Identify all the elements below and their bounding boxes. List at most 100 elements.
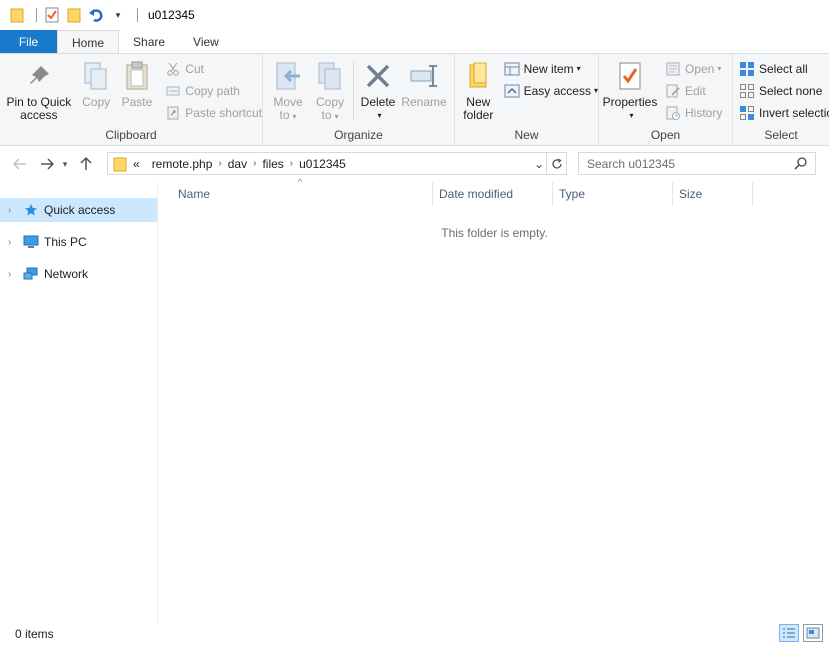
delete-x-icon [362, 60, 394, 92]
column-header-type[interactable]: Type [553, 182, 673, 206]
breadcrumb-u012345[interactable]: u012345 [299, 157, 346, 171]
tab-view[interactable]: View [179, 30, 233, 54]
breadcrumb-separator-icon[interactable]: › [290, 158, 293, 169]
move-to-label-line2: to ▾ [279, 108, 297, 122]
edit-label: Edit [685, 83, 706, 98]
history-button[interactable]: History [665, 103, 722, 122]
view-switcher [779, 624, 823, 642]
paste-icon [121, 60, 153, 92]
new-item-button[interactable]: New item ▾ [504, 59, 598, 78]
pin-label-line2: access [20, 108, 58, 122]
breadcrumb-separator-icon[interactable]: › [218, 158, 221, 169]
new-folder-icon [462, 60, 494, 92]
rename-icon [408, 60, 440, 92]
breadcrumb-separator-icon[interactable]: › [253, 158, 256, 169]
details-view-icon[interactable] [779, 624, 799, 642]
select-all-button[interactable]: Select all [739, 59, 829, 78]
properties-icon[interactable] [43, 6, 61, 24]
nav-item-quick-access[interactable]: › Quick access [0, 198, 157, 222]
large-icons-view-icon[interactable] [803, 624, 823, 642]
address-bar[interactable]: « remote.php › dav › files › u012345 ⌄ [107, 152, 567, 175]
copy-label: Copy [82, 95, 111, 109]
select-all-label: Select all [759, 61, 808, 76]
expand-chevron-icon[interactable]: › [8, 269, 22, 280]
invert-selection-label: Invert selection [759, 105, 829, 120]
status-bar: 0 items [0, 622, 829, 646]
window-title: u012345 [148, 8, 195, 22]
new-folder-icon[interactable] [65, 6, 83, 24]
properties-label: Properties [602, 95, 658, 109]
easy-access-label: Easy access [523, 83, 591, 98]
column-header-size[interactable]: Size [673, 182, 753, 206]
copy-path-button[interactable]: Copy path [165, 81, 262, 100]
tab-share[interactable]: Share [119, 30, 179, 54]
column-header-name[interactable]: Name [172, 182, 433, 206]
title-separator [137, 8, 138, 22]
clipboard-group-label: Clipboard [105, 128, 157, 142]
network-icon [22, 266, 40, 282]
recent-locations-chevron-icon[interactable]: ▾ [58, 153, 72, 175]
history-icon [665, 105, 681, 121]
new-item-caret-icon: ▾ [576, 64, 581, 73]
rename-label: Rename [401, 95, 447, 109]
select-none-button[interactable]: Select none [739, 81, 829, 100]
navigation-row: ▾ « remote.php › dav › files › u012345 ⌄… [0, 146, 829, 182]
tab-file[interactable]: File [0, 30, 57, 54]
breadcrumb-files[interactable]: files [262, 157, 283, 171]
address-dropdown-icon[interactable]: ⌄ [534, 157, 544, 171]
copy-path-icon [165, 83, 181, 99]
expand-chevron-icon[interactable]: › [8, 237, 22, 248]
search-box[interactable]: Search u012345 [578, 152, 816, 175]
cut-button[interactable]: Cut [165, 59, 262, 78]
open-label: Open [685, 61, 715, 76]
computer-icon [22, 234, 40, 250]
breadcrumb-dav[interactable]: dav [228, 157, 247, 171]
new-item-label: New item [523, 61, 574, 76]
open-caret-icon: ▾ [717, 64, 722, 73]
ribbon-tabs: File Home Share View [0, 30, 829, 54]
select-group-label: Select [764, 128, 798, 142]
new-item-icon [504, 61, 520, 77]
easy-access-button[interactable]: Easy access ▾ [504, 81, 598, 100]
properties-check-icon [614, 60, 646, 92]
tab-home[interactable]: Home [57, 30, 120, 54]
search-icon[interactable] [794, 157, 807, 173]
breadcrumb-remote-php[interactable]: remote.php [152, 157, 213, 171]
select-all-icon [739, 61, 755, 77]
nav-item-network[interactable]: › Network [0, 262, 157, 286]
invert-selection-button[interactable]: Invert selection [739, 103, 829, 122]
address-overflow-chevron[interactable]: « [133, 157, 140, 171]
expand-chevron-icon[interactable]: › [8, 205, 22, 216]
quick-access-separator [36, 8, 37, 22]
scissors-icon [165, 61, 181, 77]
back-arrow-icon[interactable] [9, 153, 31, 175]
nav-item-label: This PC [44, 235, 87, 249]
paste-shortcut-button[interactable]: Paste shortcut [165, 103, 262, 122]
open-button[interactable]: Open ▾ [665, 59, 722, 78]
refresh-icon[interactable] [546, 152, 567, 175]
properties-caret-icon: ▾ [629, 111, 634, 120]
select-group: Select all Select none Invert selection … [733, 54, 829, 145]
organize-group: Move to ▾ Copy to ▾ Delete ▾ Rename Organi… [263, 54, 455, 145]
title-bar: ▾ u012345 [0, 0, 829, 30]
up-arrow-icon[interactable] [75, 153, 97, 175]
undo-icon[interactable] [87, 6, 105, 24]
edit-button[interactable]: Edit [665, 81, 722, 100]
clipboard-group: Pin to Quick access Copy Paste Cut Copy … [0, 54, 263, 145]
nav-item-this-pc[interactable]: › This PC [0, 230, 157, 254]
history-label: History [685, 105, 723, 120]
organize-group-label: Organize [334, 128, 383, 142]
forward-arrow-icon[interactable] [36, 153, 58, 175]
delete-label: Delete [360, 95, 396, 109]
column-header-date-modified[interactable]: Date modified [433, 182, 553, 206]
copy-icon [80, 60, 112, 92]
empty-folder-message: This folder is empty. [441, 226, 548, 240]
item-count: 0 items [15, 627, 54, 641]
new-folder-label-line2: folder [463, 108, 494, 122]
folder-icon [8, 6, 26, 24]
open-icon [665, 61, 681, 77]
nav-item-label: Network [44, 267, 89, 281]
nav-item-label: Quick access [44, 203, 116, 217]
search-input[interactable]: Search u012345 [587, 157, 675, 171]
customize-toolbar-icon[interactable]: ▾ [109, 6, 127, 24]
